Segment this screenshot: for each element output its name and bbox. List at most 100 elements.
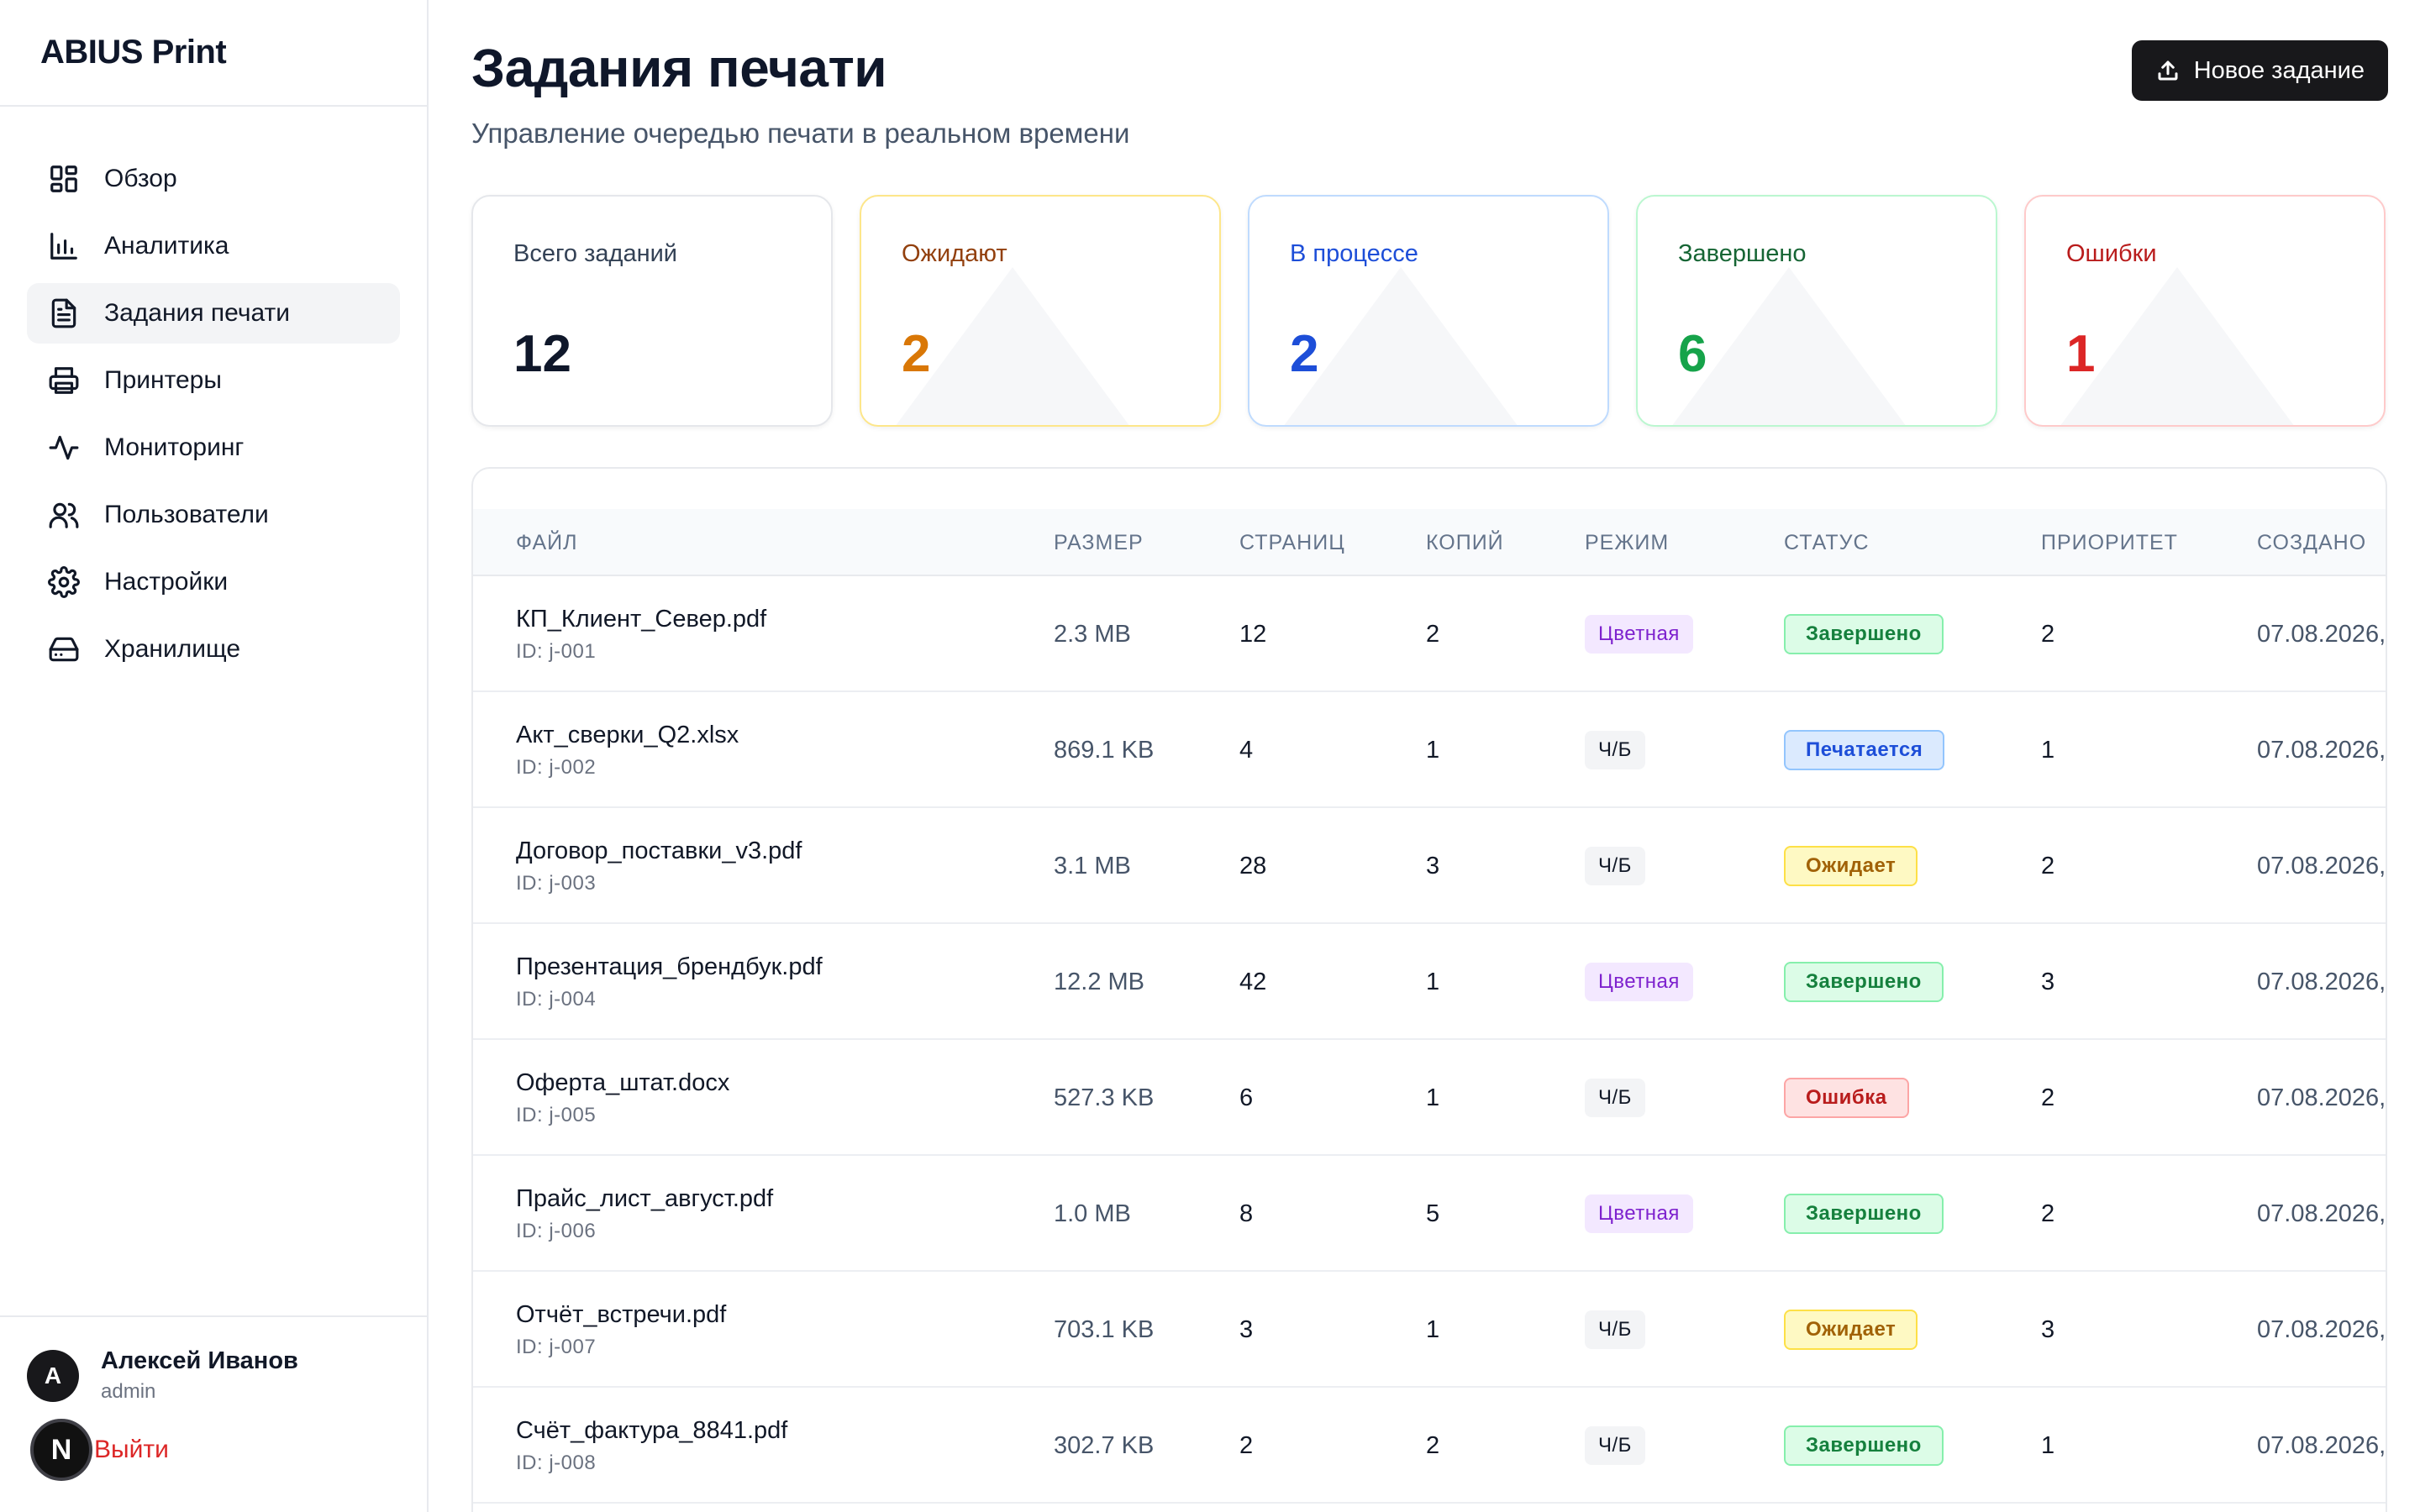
column-header[interactable]: КОПИЙ (1426, 509, 1504, 576)
mode-badge: Цветная (1585, 1194, 1693, 1233)
stat-value: 12 (513, 325, 571, 383)
column-header[interactable]: СТАТУС (1784, 509, 1870, 576)
file-id: ID: j-002 (516, 755, 597, 779)
file-name[interactable]: Прайс_лист_август.pdf (516, 1185, 773, 1213)
stat-label: Завершено (1678, 240, 1807, 267)
table-row[interactable]: Договор_поставки_v3.pdf ID: j-003 3.1 MB 28… (473, 808, 2386, 924)
table-header: ФАЙЛ РАЗМЕР СТРАНИЦ КОПИЙ РЕЖИМ СТАТУС ПРИОРИТ… (473, 509, 2386, 576)
new-job-button[interactable]: Новое задание (2131, 40, 2388, 101)
mode-badge: Ч/Б (1585, 1310, 1645, 1349)
sidebar-item-7[interactable]: Хранилище (27, 619, 400, 680)
status-badge: Завершено (1784, 1194, 1944, 1234)
pages-cell: 4 (1239, 736, 1254, 764)
sidebar-item-3[interactable]: Принтеры (27, 350, 400, 411)
pages-cell: 28 (1239, 852, 1267, 879)
table-row[interactable]: Презентация_брендбук.pdf ID: j-004 12.2 MB… (473, 924, 2386, 1040)
file-name[interactable]: Акт_сверки_Q2.xlsx (516, 722, 739, 749)
status-cell: Завершено (1784, 1388, 1944, 1504)
hard-drive-icon (47, 633, 81, 666)
size-cell: 302.7 KB (1054, 1431, 1155, 1459)
chart-icon (47, 229, 81, 263)
copies-cell: 2 (1426, 620, 1440, 648)
sidebar-item-label: Задания печати (104, 299, 290, 327)
status-badge: Ожидает (1784, 846, 1918, 886)
avatar: А (27, 1349, 79, 1402)
new-job-label: Новое задание (2193, 56, 2365, 84)
stat-value: 2 (902, 325, 931, 383)
sidebar-item-6[interactable]: Настройки (27, 552, 400, 612)
table-row[interactable]: Прайс_лист_август.pdf ID: j-006 1.0 MB 8 5 Цв… (473, 1156, 2386, 1272)
file-id: ID: j-003 (516, 871, 597, 895)
file-name[interactable]: Договор_поставки_v3.pdf (516, 837, 802, 865)
sidebar-item-label: Принтеры (104, 366, 222, 394)
stat-label: Ожидают (902, 240, 1007, 267)
mode-badge: Ч/Б (1585, 731, 1645, 769)
sidebar-item-4[interactable]: Мониторинг (27, 417, 400, 478)
pages-cell: 2 (1239, 1431, 1254, 1459)
file-name[interactable]: КП_Клиент_Север.pdf (516, 606, 766, 633)
gear-icon (47, 565, 81, 599)
mode-badge: Цветная (1585, 615, 1693, 654)
table-row[interactable]: Акт_сверки_Q2.xlsx ID: j-002 869.1 KB 4 1 Ч/Б… (473, 692, 2386, 808)
status-cell: Ожидает (1784, 808, 1918, 924)
copies-cell: 5 (1426, 1200, 1440, 1227)
sidebar-item-label: Обзор (104, 165, 177, 192)
logout-row: N Выйти (27, 1419, 427, 1481)
sidebar-item-1[interactable]: Аналитика (27, 216, 400, 276)
size-cell: 1.0 MB (1054, 1200, 1131, 1227)
mode-cell: Ч/Б (1585, 808, 1645, 924)
created-cell: 07.08.2026, 0 (2257, 1200, 2386, 1227)
column-header[interactable]: СОЗДАНО (2257, 509, 2366, 576)
stat-label: В процессе (1290, 240, 1418, 267)
column-header[interactable]: СТРАНИЦ (1239, 509, 1345, 576)
mode-badge: Ч/Б (1585, 1426, 1645, 1465)
stats-cards: Всего заданий 12 Ожидают 2 В процессе 2 Заверш… (471, 195, 2386, 427)
column-header[interactable]: РЕЖИМ (1585, 509, 1669, 576)
user-profile[interactable]: А Алексей Иванов admin (27, 1347, 427, 1404)
priority-cell: 1 (2041, 736, 2055, 764)
document-icon (47, 297, 81, 330)
table-row[interactable]: Оферта_штат.docx ID: j-005 527.3 KB 6 1 Ч/Б Ош… (473, 1040, 2386, 1156)
status-badge: Завершено (1784, 614, 1944, 654)
file-name[interactable]: Счёт_фактура_8841.pdf (516, 1417, 787, 1445)
mode-cell: Ч/Б (1585, 1388, 1645, 1504)
column-header[interactable]: ФАЙЛ (516, 509, 578, 576)
user-info: Алексей Иванов admin (101, 1347, 298, 1404)
sidebar-item-0[interactable]: Обзор (27, 149, 400, 209)
status-cell: Завершено (1784, 1156, 1944, 1272)
app-root: ABIUS Print Обзор Аналитика Задания печати… (0, 0, 2420, 1512)
pages-cell: 42 (1239, 968, 1267, 995)
sidebar-item-5[interactable]: Пользователи (27, 485, 400, 545)
size-cell: 527.3 KB (1054, 1084, 1155, 1111)
stat-label: Ошибки (2066, 240, 2157, 267)
file-name[interactable]: Отчёт_встречи.pdf (516, 1301, 726, 1329)
printer-icon (47, 364, 81, 397)
devtools-badge[interactable]: N (30, 1419, 92, 1481)
mode-badge: Цветная (1585, 963, 1693, 1001)
table-row[interactable]: КП_Клиент_Север.pdf ID: j-001 2.3 MB 12 2 Цве… (473, 576, 2386, 692)
created-cell: 07.08.2026, 04 (2257, 1431, 2386, 1459)
copies-cell: 3 (1426, 852, 1440, 879)
page-subtitle: Управление очередью печати в реальном вр… (471, 118, 1130, 149)
size-cell: 869.1 KB (1054, 736, 1155, 764)
mode-badge: Ч/Б (1585, 847, 1645, 885)
file-id: ID: j-005 (516, 1103, 597, 1126)
copies-cell: 2 (1426, 1431, 1440, 1459)
file-cell: Договор_поставки_v3.pdf ID: j-003 (516, 808, 802, 924)
mode-cell: Ч/Б (1585, 1272, 1645, 1388)
sidebar: ABIUS Print Обзор Аналитика Задания печати… (0, 0, 429, 1512)
priority-cell: 3 (2041, 1315, 2055, 1343)
column-header[interactable]: ПРИОРИТЕТ (2041, 509, 2178, 576)
user-block: А Алексей Иванов admin N Выйти (0, 1315, 427, 1512)
file-name[interactable]: Оферта_штат.docx (516, 1069, 729, 1097)
table-row[interactable]: Отчёт_встречи.pdf ID: j-007 703.1 KB 3 1 Ч/Б О… (473, 1272, 2386, 1388)
file-id: ID: j-008 (516, 1451, 597, 1474)
column-header[interactable]: РАЗМЕР (1054, 509, 1144, 576)
priority-cell: 2 (2041, 852, 2055, 879)
sidebar-item-2[interactable]: Задания печати (27, 283, 400, 344)
file-cell: Акт_сверки_Q2.xlsx ID: j-002 (516, 692, 739, 808)
brand-logo[interactable]: ABIUS Print (0, 0, 427, 107)
file-name[interactable]: Презентация_брендбук.pdf (516, 953, 823, 981)
logout-button[interactable]: Выйти (94, 1436, 169, 1464)
table-row[interactable]: Счёт_фактура_8841.pdf ID: j-008 302.7 KB 2 2… (473, 1388, 2386, 1504)
